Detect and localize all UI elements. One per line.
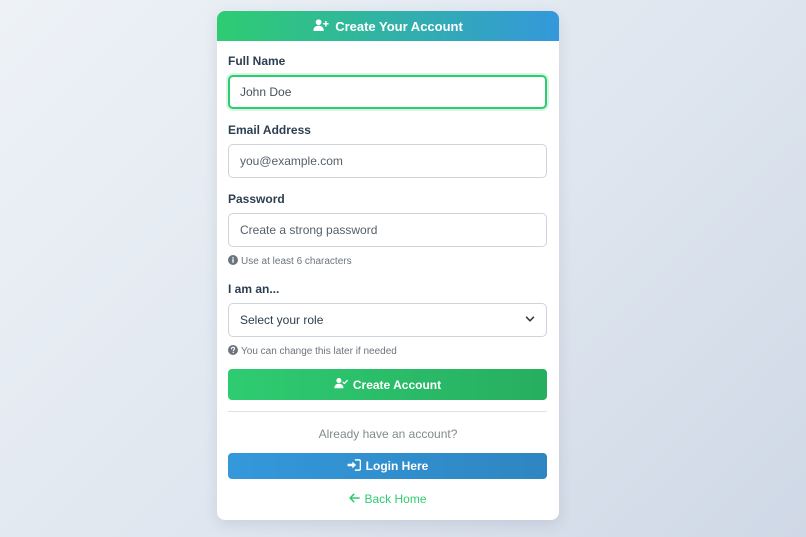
card-title: Create Your Account bbox=[335, 18, 463, 34]
password-hint: Use at least 6 characters bbox=[228, 255, 352, 268]
back-home-label: Back Home bbox=[364, 492, 427, 506]
sign-in-icon bbox=[347, 458, 361, 474]
back-home-link[interactable]: Back Home bbox=[217, 492, 559, 506]
role-selected-value: Select your role bbox=[240, 313, 324, 327]
full-name-input[interactable] bbox=[228, 75, 547, 109]
login-button[interactable]: Login Here bbox=[228, 453, 547, 479]
info-circle-icon bbox=[228, 255, 238, 268]
login-prompt: Already have an account? bbox=[318, 427, 458, 441]
signup-card: Create Your Account Full Name Email Addr… bbox=[217, 11, 559, 520]
role-hint: You can change this later if needed bbox=[228, 345, 397, 358]
card-header: Create Your Account bbox=[217, 11, 559, 41]
user-plus-icon bbox=[313, 18, 329, 35]
password-hint-text: Use at least 6 characters bbox=[241, 256, 352, 267]
email-input[interactable] bbox=[228, 144, 547, 178]
create-account-label: Create Account bbox=[352, 377, 442, 392]
question-circle-icon bbox=[228, 345, 238, 358]
chevron-down-icon bbox=[525, 313, 535, 327]
role-hint-text: You can change this later if needed bbox=[241, 346, 397, 357]
arrow-left-icon bbox=[349, 492, 361, 506]
email-label: Email Address bbox=[228, 123, 311, 137]
login-label: Login Here bbox=[365, 459, 429, 473]
password-label: Password bbox=[228, 192, 285, 206]
user-check-icon bbox=[334, 377, 348, 392]
full-name-label: Full Name bbox=[228, 54, 286, 68]
role-label: I am an... bbox=[228, 282, 280, 296]
divider bbox=[228, 411, 547, 412]
role-select[interactable]: Select your role bbox=[228, 303, 547, 337]
password-input[interactable] bbox=[228, 213, 547, 247]
create-account-button[interactable]: Create Account bbox=[228, 369, 547, 400]
